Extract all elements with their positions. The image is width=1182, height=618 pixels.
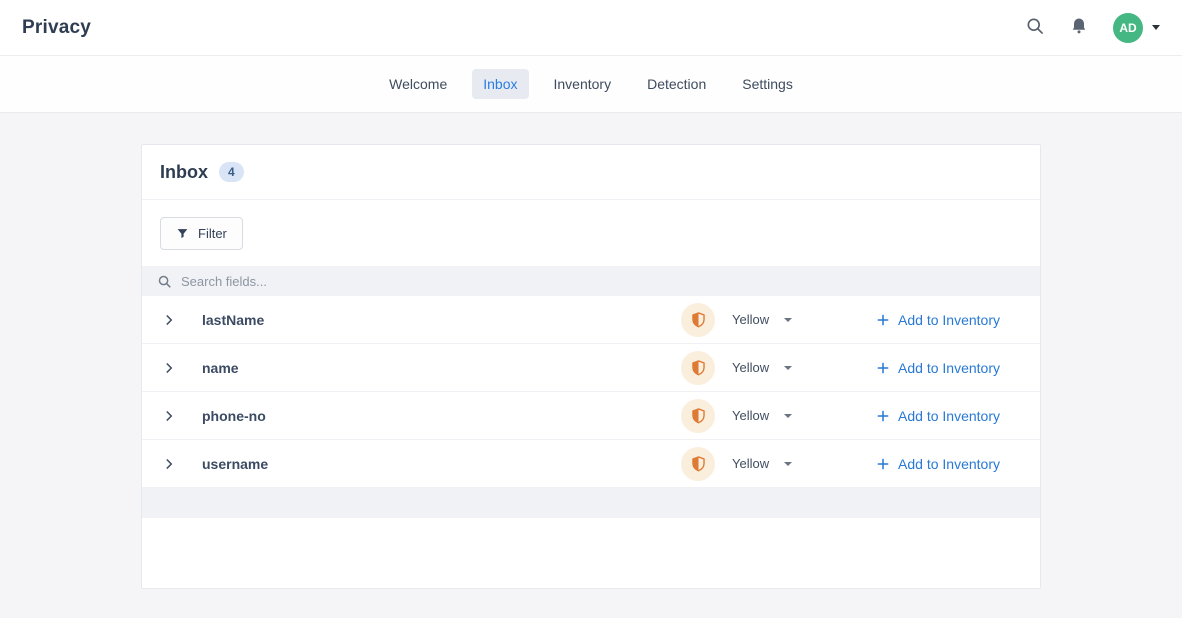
field-name: username xyxy=(202,456,681,472)
add-to-inventory-button[interactable]: Add to Inventory xyxy=(876,312,1000,328)
classification-value: Yellow xyxy=(732,312,769,327)
chevron-right-icon xyxy=(162,409,176,423)
add-to-inventory-label: Add to Inventory xyxy=(898,456,1000,472)
shield-half-icon xyxy=(691,456,706,472)
field-list: lastName Yellow Add to Inventory xyxy=(142,296,1040,488)
table-row: username Yellow Add to Inventory xyxy=(142,440,1040,488)
classification-badge xyxy=(681,303,715,337)
caret-down-icon xyxy=(1152,25,1160,30)
classification-dropdown[interactable]: Yellow xyxy=(732,360,792,375)
top-bar: Privacy AD xyxy=(0,0,1182,56)
expand-row-button[interactable] xyxy=(162,313,176,327)
tab-inbox[interactable]: Inbox xyxy=(472,69,528,99)
filter-label: Filter xyxy=(198,226,227,241)
expand-row-button[interactable] xyxy=(162,457,176,471)
add-to-inventory-button[interactable]: Add to Inventory xyxy=(876,456,1000,472)
classification-badge xyxy=(681,399,715,433)
avatar[interactable]: AD xyxy=(1113,13,1143,43)
filter-button[interactable]: Filter xyxy=(160,217,243,250)
main-content: Inbox 4 Filter xyxy=(0,113,1182,589)
expand-row-button[interactable] xyxy=(162,409,176,423)
search-fields-input[interactable] xyxy=(181,274,1025,289)
field-name: lastName xyxy=(202,312,681,328)
add-to-inventory-button[interactable]: Add to Inventory xyxy=(876,360,1000,376)
shield-half-icon xyxy=(691,360,706,376)
search-bar xyxy=(142,266,1040,296)
notifications-button[interactable] xyxy=(1069,16,1089,39)
add-to-inventory-label: Add to Inventory xyxy=(898,360,1000,376)
tab-inventory[interactable]: Inventory xyxy=(543,69,623,99)
classification-badge xyxy=(681,447,715,481)
caret-down-icon xyxy=(784,414,792,418)
field-name: name xyxy=(202,360,681,376)
plus-icon xyxy=(876,361,890,375)
classification-value: Yellow xyxy=(732,408,769,423)
chevron-right-icon xyxy=(162,313,176,327)
nav-tabs: Welcome Inbox Inventory Detection Settings xyxy=(371,69,811,99)
funnel-icon xyxy=(176,227,189,240)
bell-icon xyxy=(1069,16,1089,39)
add-to-inventory-button[interactable]: Add to Inventory xyxy=(876,408,1000,424)
user-menu[interactable]: AD xyxy=(1113,13,1160,43)
plus-icon xyxy=(876,457,890,471)
tab-settings[interactable]: Settings xyxy=(731,69,804,99)
field-name: phone-no xyxy=(202,408,681,424)
add-to-inventory-label: Add to Inventory xyxy=(898,312,1000,328)
top-bar-actions: AD xyxy=(1025,13,1160,43)
list-footer xyxy=(142,488,1040,518)
expand-row-button[interactable] xyxy=(162,361,176,375)
plus-icon xyxy=(876,409,890,423)
classification-dropdown[interactable]: Yellow xyxy=(732,312,792,327)
main-nav: Welcome Inbox Inventory Detection Settings xyxy=(0,56,1182,113)
chevron-right-icon xyxy=(162,361,176,375)
tab-welcome[interactable]: Welcome xyxy=(378,69,458,99)
caret-down-icon xyxy=(784,318,792,322)
classification-dropdown[interactable]: Yellow xyxy=(732,408,792,423)
tab-detection[interactable]: Detection xyxy=(636,69,717,99)
card-header: Inbox 4 xyxy=(142,145,1040,200)
app-title: Privacy xyxy=(22,17,91,39)
inbox-card: Inbox 4 Filter xyxy=(141,144,1041,589)
table-row: name Yellow Add to Inventory xyxy=(142,344,1040,392)
search-icon xyxy=(157,274,172,289)
search-button[interactable] xyxy=(1025,16,1045,39)
table-row: lastName Yellow Add to Inventory xyxy=(142,296,1040,344)
search-icon xyxy=(1025,16,1045,39)
classification-dropdown[interactable]: Yellow xyxy=(732,456,792,471)
count-badge: 4 xyxy=(219,162,244,182)
classification-value: Yellow xyxy=(732,360,769,375)
classification-value: Yellow xyxy=(732,456,769,471)
card-title: Inbox xyxy=(160,162,208,183)
shield-half-icon xyxy=(691,312,706,328)
filter-bar: Filter xyxy=(142,200,1040,266)
add-to-inventory-label: Add to Inventory xyxy=(898,408,1000,424)
plus-icon xyxy=(876,313,890,327)
caret-down-icon xyxy=(784,462,792,466)
chevron-right-icon xyxy=(162,457,176,471)
classification-badge xyxy=(681,351,715,385)
shield-half-icon xyxy=(691,408,706,424)
table-row: phone-no Yellow Add to Inventory xyxy=(142,392,1040,440)
caret-down-icon xyxy=(784,366,792,370)
card-empty-area xyxy=(142,518,1040,588)
